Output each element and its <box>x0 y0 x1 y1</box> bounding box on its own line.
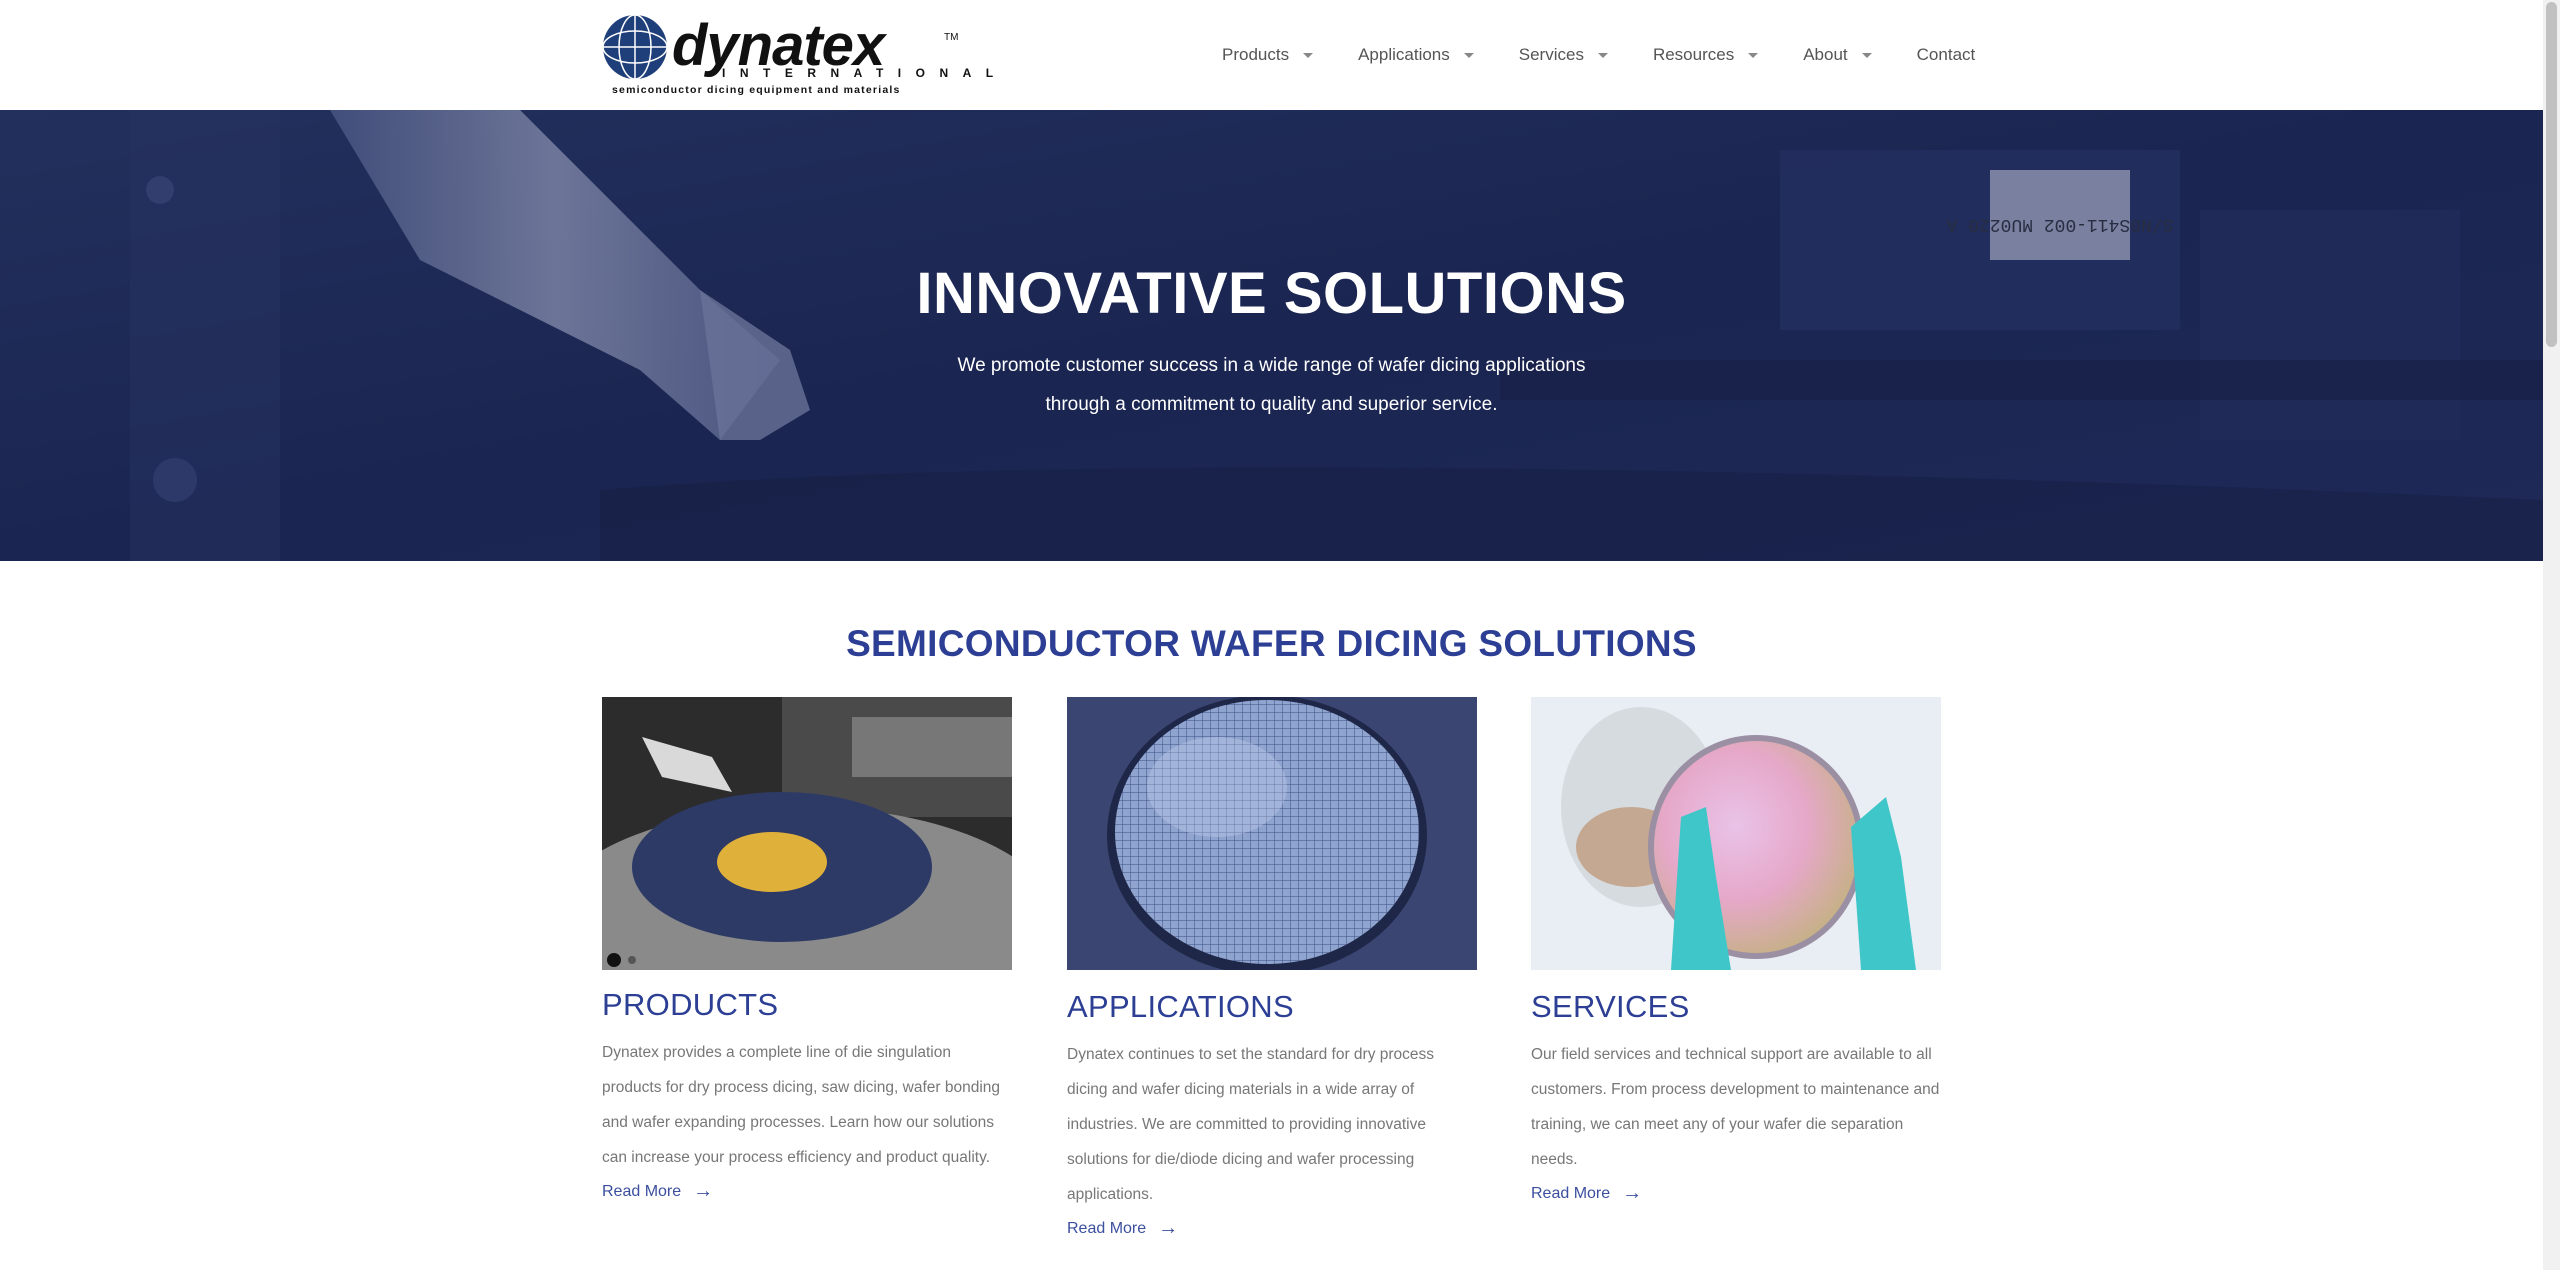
nav-label: Products <box>1222 45 1290 64</box>
section-title: SEMICONDUCTOR WAFER DICING SOLUTIONS <box>846 623 1697 664</box>
hero-subtitle-line: through a commitment to quality and supe… <box>1045 394 1498 415</box>
services-read-more-link[interactable]: Read More → <box>1531 1182 1642 1205</box>
applications-read-more-link[interactable]: Read More → <box>1067 1217 1178 1240</box>
products-card: PRODUCTS Dynatex provides a complete lin… <box>602 697 1012 1217</box>
applications-title: APPLICATIONS <box>1067 989 1294 1024</box>
caret-down-icon <box>1463 52 1474 58</box>
caret-down-icon <box>1303 52 1314 58</box>
nav-label: About <box>1803 45 1848 64</box>
caret-down-icon <box>1861 52 1872 58</box>
caret-down-icon <box>1748 52 1759 58</box>
nav-label: Applications <box>1358 45 1450 64</box>
scrollbar-thumb[interactable] <box>2546 2 2557 347</box>
hero-subtitle-line: We promote customer success in a wide ra… <box>957 355 1586 376</box>
services-image[interactable] <box>1531 697 1941 970</box>
main-nav: Products Applications Services Resources… <box>1222 40 1975 70</box>
dynatex-logo[interactable]: dynatex TM INTERNATIONAL semiconductor d… <box>602 14 993 98</box>
nav-applications[interactable]: Applications <box>1358 45 1474 65</box>
products-read-more-link[interactable]: Read More → <box>602 1180 713 1203</box>
nav-resources[interactable]: Resources <box>1652 45 1759 65</box>
caret-down-icon <box>1597 52 1608 58</box>
services-title: SERVICES <box>1531 989 1690 1024</box>
arrow-right-icon: → <box>693 1180 714 1202</box>
nav-label: Services <box>1518 45 1584 64</box>
read-more-label: Read More <box>602 1182 682 1200</box>
hero-background-image: S/N0S411-002 MU0220 A <box>0 110 2543 561</box>
site-header: dynatex TM INTERNATIONAL semiconductor d… <box>0 0 2543 110</box>
products-description: Dynatex provides a complete line of die … <box>602 1044 1001 1166</box>
hero-banner: S/N0S411-002 MU0220 A INNOVATIVE SOLUTIO… <box>0 110 2543 561</box>
arrow-right-icon: → <box>1622 1182 1643 1204</box>
services-card: SERVICES Our field services and technica… <box>1531 697 1941 1217</box>
nav-contact[interactable]: Contact <box>1917 45 1976 65</box>
logo-tagline: semiconductor dicing equipment and mater… <box>612 84 901 96</box>
page-scrollbar[interactable] <box>2543 0 2560 1270</box>
products-title: PRODUCTS <box>602 987 779 1022</box>
applications-description: Dynatex continues to set the standard fo… <box>1067 1046 1435 1203</box>
nav-label: Resources <box>1652 45 1735 64</box>
arrow-right-icon: → <box>1158 1217 1179 1239</box>
globe-logo-icon <box>602 14 668 80</box>
read-more-label: Read More <box>1531 1184 1611 1202</box>
products-image[interactable] <box>602 697 1012 970</box>
hero-subtitle: We promote customer success in a wide ra… <box>0 346 2543 424</box>
logo-subline: INTERNATIONAL <box>722 66 1008 80</box>
nav-label: Contact <box>1916 45 1976 64</box>
logo-trademark: TM <box>944 32 959 43</box>
nav-products[interactable]: Products <box>1222 45 1314 65</box>
nav-about[interactable]: About <box>1803 45 1872 65</box>
hero-title: INNOVATIVE SOLUTIONS <box>916 261 1627 326</box>
read-more-label: Read More <box>1067 1219 1147 1237</box>
applications-image[interactable] <box>1067 697 1477 970</box>
services-description: Our field services and technical support… <box>1531 1046 1940 1168</box>
nav-services[interactable]: Services <box>1519 45 1608 65</box>
applications-card: APPLICATIONS Dynatex continues to set th… <box>1067 697 1477 1242</box>
